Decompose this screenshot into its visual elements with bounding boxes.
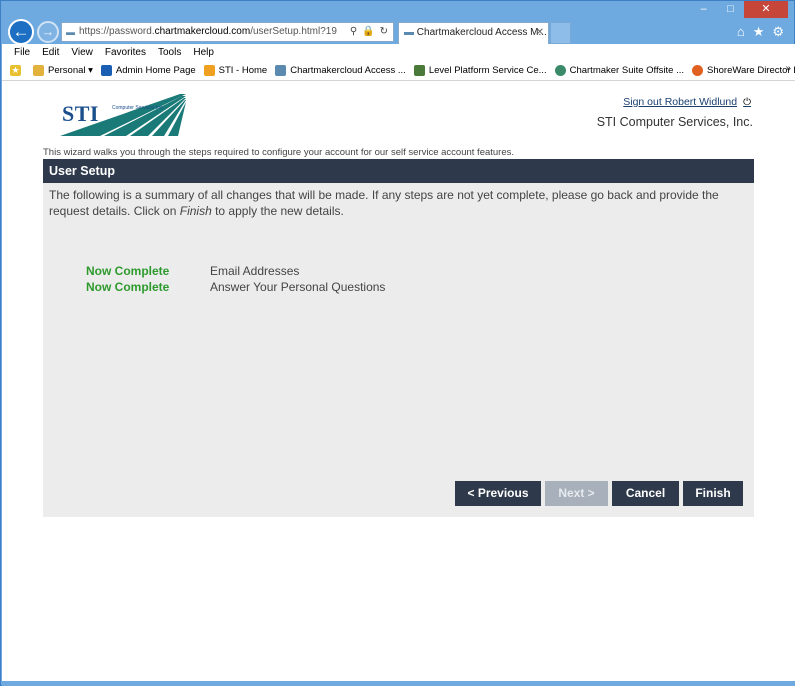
company-name: STI Computer Services, Inc. — [596, 115, 753, 129]
site-favicon-icon: ▬ — [66, 27, 75, 37]
user-setup-panel: User Setup The following is a summary of… — [43, 159, 754, 517]
tab-favicon-icon: ▬ — [404, 27, 414, 38]
forward-arrow-icon[interactable]: → — [37, 21, 59, 43]
address-bar[interactable]: ▬ https://password.chartmakercloud.com/u… — [61, 22, 394, 42]
favorite-personal[interactable]: Personal ▾ — [33, 64, 93, 76]
power-icon[interactable]: ⏻ — [743, 97, 751, 108]
menu-edit[interactable]: Edit — [42, 47, 59, 58]
sti-logo: STI Computer Services Inc. — [60, 92, 188, 138]
home-icon[interactable]: ⌂ — [737, 24, 745, 40]
step-status: Now Complete — [86, 280, 170, 294]
browser-tab-active[interactable]: ▬ Chartmakercloud Access M... ✕ — [398, 22, 549, 44]
logo-text: STI — [62, 101, 99, 126]
favorite-chartmaker-suite[interactable]: Chartmaker Suite Offsite ... — [554, 64, 684, 76]
wizard-buttons: < Previous Next > Cancel Finish — [455, 481, 743, 506]
menu-file[interactable]: File — [14, 47, 30, 58]
step-status: Now Complete — [86, 264, 170, 278]
shoretel-icon — [692, 64, 703, 76]
globe-icon — [554, 64, 566, 76]
lock-icon[interactable]: 🔒 — [362, 23, 374, 41]
menu-bar: File Edit View Favorites Tools Help — [2, 44, 795, 60]
gear-icon — [413, 64, 425, 76]
panel-title: User Setup — [43, 159, 754, 183]
steps-list: Now Complete Email Addresses Now Complet… — [86, 263, 385, 295]
maximize-button[interactable]: □ — [717, 1, 744, 18]
summary-text: The following is a summary of all change… — [49, 188, 719, 218]
menu-tools[interactable]: Tools — [158, 47, 181, 58]
folder-icon — [33, 64, 44, 76]
minimize-button[interactable]: – — [690, 1, 717, 18]
favorite-level-platform[interactable]: Level Platform Service Ce... — [413, 64, 547, 76]
window-controls: – □ ✕ — [690, 1, 788, 18]
finish-button[interactable]: Finish — [683, 481, 743, 506]
next-button: Next > — [545, 481, 608, 506]
outlook-icon — [100, 64, 112, 76]
new-tab-button[interactable] — [550, 22, 571, 44]
menu-view[interactable]: View — [71, 47, 93, 58]
favorites-star-item[interactable]: ★ — [10, 64, 25, 76]
logo-subtext: Computer Services Inc. — [112, 105, 164, 111]
chartmaker-icon — [275, 64, 287, 76]
cancel-button[interactable]: Cancel — [612, 481, 679, 506]
favorite-sti-home[interactable]: STI - Home — [203, 64, 267, 76]
step-name: Email Addresses — [210, 264, 300, 278]
close-window-button[interactable]: ✕ — [744, 1, 788, 18]
tab-title: Chartmakercloud Access M... — [416, 27, 547, 38]
list-item: Now Complete Answer Your Personal Questi… — [86, 279, 385, 295]
favorite-chartmaker[interactable]: Chartmakercloud Access ... — [275, 64, 406, 76]
star-icon[interactable]: ★ — [753, 24, 765, 40]
navigation-bar: ← → ▬ https://password.chartmakercloud.c… — [1, 18, 794, 45]
previous-button[interactable]: < Previous — [455, 481, 541, 506]
menu-help[interactable]: Help — [193, 47, 214, 58]
sti-icon — [203, 64, 215, 76]
browser-window: – □ ✕ ← → ▬ https://password.chartmakerc… — [0, 0, 795, 686]
search-icon[interactable]: ⚲ — [350, 23, 357, 41]
gear-icon[interactable]: ⚙ — [772, 24, 784, 40]
favorite-admin-home[interactable]: Admin Home Page — [100, 64, 196, 76]
page-content: STI Computer Services Inc. Sign out Robe… — [2, 81, 795, 681]
wizard-intro-text: This wizard walks you through the steps … — [43, 147, 515, 158]
step-name: Answer Your Personal Questions — [210, 280, 386, 294]
url-text[interactable]: https://password.chartmakercloud.com/use… — [79, 23, 350, 41]
refresh-icon[interactable]: ↻ — [380, 23, 388, 41]
add-favorite-icon: ★ — [10, 64, 21, 76]
signout-link[interactable]: Sign out Robert Widlund ⏻ — [623, 96, 751, 108]
favorite-shoreware[interactable]: ShoreWare Director Login — [692, 64, 795, 76]
menu-favorites[interactable]: Favorites — [105, 47, 146, 58]
back-arrow-icon[interactable]: ← — [8, 19, 34, 45]
tab-close-icon[interactable]: ✕ — [536, 23, 544, 43]
favorites-bar: ★ Personal ▾ Admin Home Page STI - Home … — [2, 60, 795, 81]
list-item: Now Complete Email Addresses — [86, 263, 385, 279]
window-bottom-border — [2, 681, 795, 686]
favorites-overflow-icon[interactable]: » — [785, 63, 791, 74]
